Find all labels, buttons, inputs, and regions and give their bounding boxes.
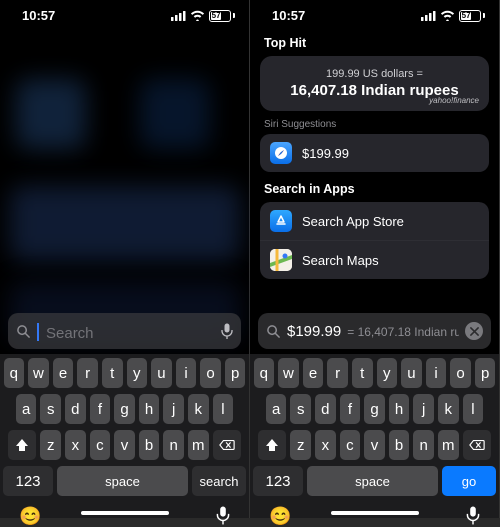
safari-icon — [270, 142, 292, 164]
keyboard: qwertyuiop asdfghjkl zxcvbnm 123 space s… — [0, 354, 249, 518]
key-s[interactable]: s — [40, 394, 61, 424]
top-hit-label: Top Hit — [264, 36, 485, 50]
search-placeholder: Search — [46, 325, 94, 342]
key-i[interactable]: i — [176, 358, 197, 388]
dictation-key[interactable] — [216, 506, 230, 527]
siri-suggestions-label: Siri Suggestions — [264, 119, 485, 130]
key-f[interactable]: f — [90, 394, 111, 424]
key-o[interactable]: o — [200, 358, 221, 388]
currency-conversion-card[interactable]: 199.99 US dollars = 16,407.18 Indian rup… — [260, 56, 489, 111]
search-icon — [16, 324, 31, 339]
numeric-key[interactable]: 123 — [3, 466, 53, 496]
key-c[interactable]: c — [90, 430, 111, 460]
suggestion-label: $199.99 — [302, 146, 349, 161]
home-indicator[interactable] — [81, 511, 169, 515]
battery-icon: 57 — [459, 10, 485, 22]
siri-suggestion-item[interactable]: $199.99 — [260, 134, 489, 172]
key-d[interactable]: d — [65, 394, 86, 424]
key-u[interactable]: u — [151, 358, 172, 388]
key-b[interactable]: b — [139, 430, 160, 460]
key-a[interactable]: a — [16, 394, 37, 424]
key-w[interactable]: w — [28, 358, 49, 388]
microphone-icon[interactable] — [221, 323, 233, 340]
cellular-icon — [421, 11, 436, 21]
wifi-icon — [440, 10, 455, 21]
emoji-key[interactable]: 😊 — [19, 506, 41, 527]
key-h[interactable]: h — [139, 394, 160, 424]
key-r[interactable]: r — [77, 358, 98, 388]
key-l[interactable]: l — [213, 394, 234, 424]
status-time: 10:57 — [272, 8, 305, 23]
status-time: 10:57 — [22, 8, 55, 23]
search-maps-row[interactable]: Search Maps — [260, 241, 489, 279]
key-m[interactable]: m — [188, 430, 209, 460]
backspace-key[interactable] — [213, 430, 241, 460]
phone-left: 10:57 57 Search qwertyuiop asdfghjkl zxc… — [0, 0, 250, 518]
key-y[interactable]: y — [127, 358, 148, 388]
conversion-attribution: yahoo!finance — [429, 96, 479, 105]
key-n[interactable]: n — [163, 430, 184, 460]
app-store-icon — [270, 210, 292, 232]
search-in-apps-label: Search in Apps — [264, 182, 485, 196]
key-v[interactable]: v — [114, 430, 135, 460]
phone-right: 10:57 57 Top Hit 199.99 US dollars = 16,… — [250, 0, 500, 518]
status-bar: 10:57 57 — [250, 0, 499, 27]
conversion-source: 199.99 US dollars = — [272, 68, 477, 80]
key-e[interactable]: e — [53, 358, 74, 388]
maps-icon — [270, 249, 292, 271]
key-k[interactable]: k — [188, 394, 209, 424]
key-g[interactable]: g — [114, 394, 135, 424]
key-x[interactable]: x — [65, 430, 86, 460]
row-label: Search Maps — [302, 253, 379, 268]
wifi-icon — [190, 10, 205, 21]
key-j[interactable]: j — [163, 394, 184, 424]
battery-icon: 57 — [209, 10, 235, 22]
cellular-icon — [171, 11, 186, 21]
shift-key[interactable] — [8, 430, 36, 460]
row-label: Search App Store — [302, 214, 404, 229]
search-app-store-row[interactable]: Search App Store — [260, 202, 489, 241]
key-z[interactable]: z — [40, 430, 61, 460]
space-key[interactable]: space — [57, 466, 188, 496]
status-bar: 10:57 57 — [0, 0, 249, 27]
key-p[interactable]: p — [225, 358, 246, 388]
key-t[interactable]: t — [102, 358, 123, 388]
key-q[interactable]: q — [4, 358, 25, 388]
search-key[interactable]: search — [192, 466, 246, 496]
spotlight-search-field[interactable]: Search — [8, 313, 241, 349]
